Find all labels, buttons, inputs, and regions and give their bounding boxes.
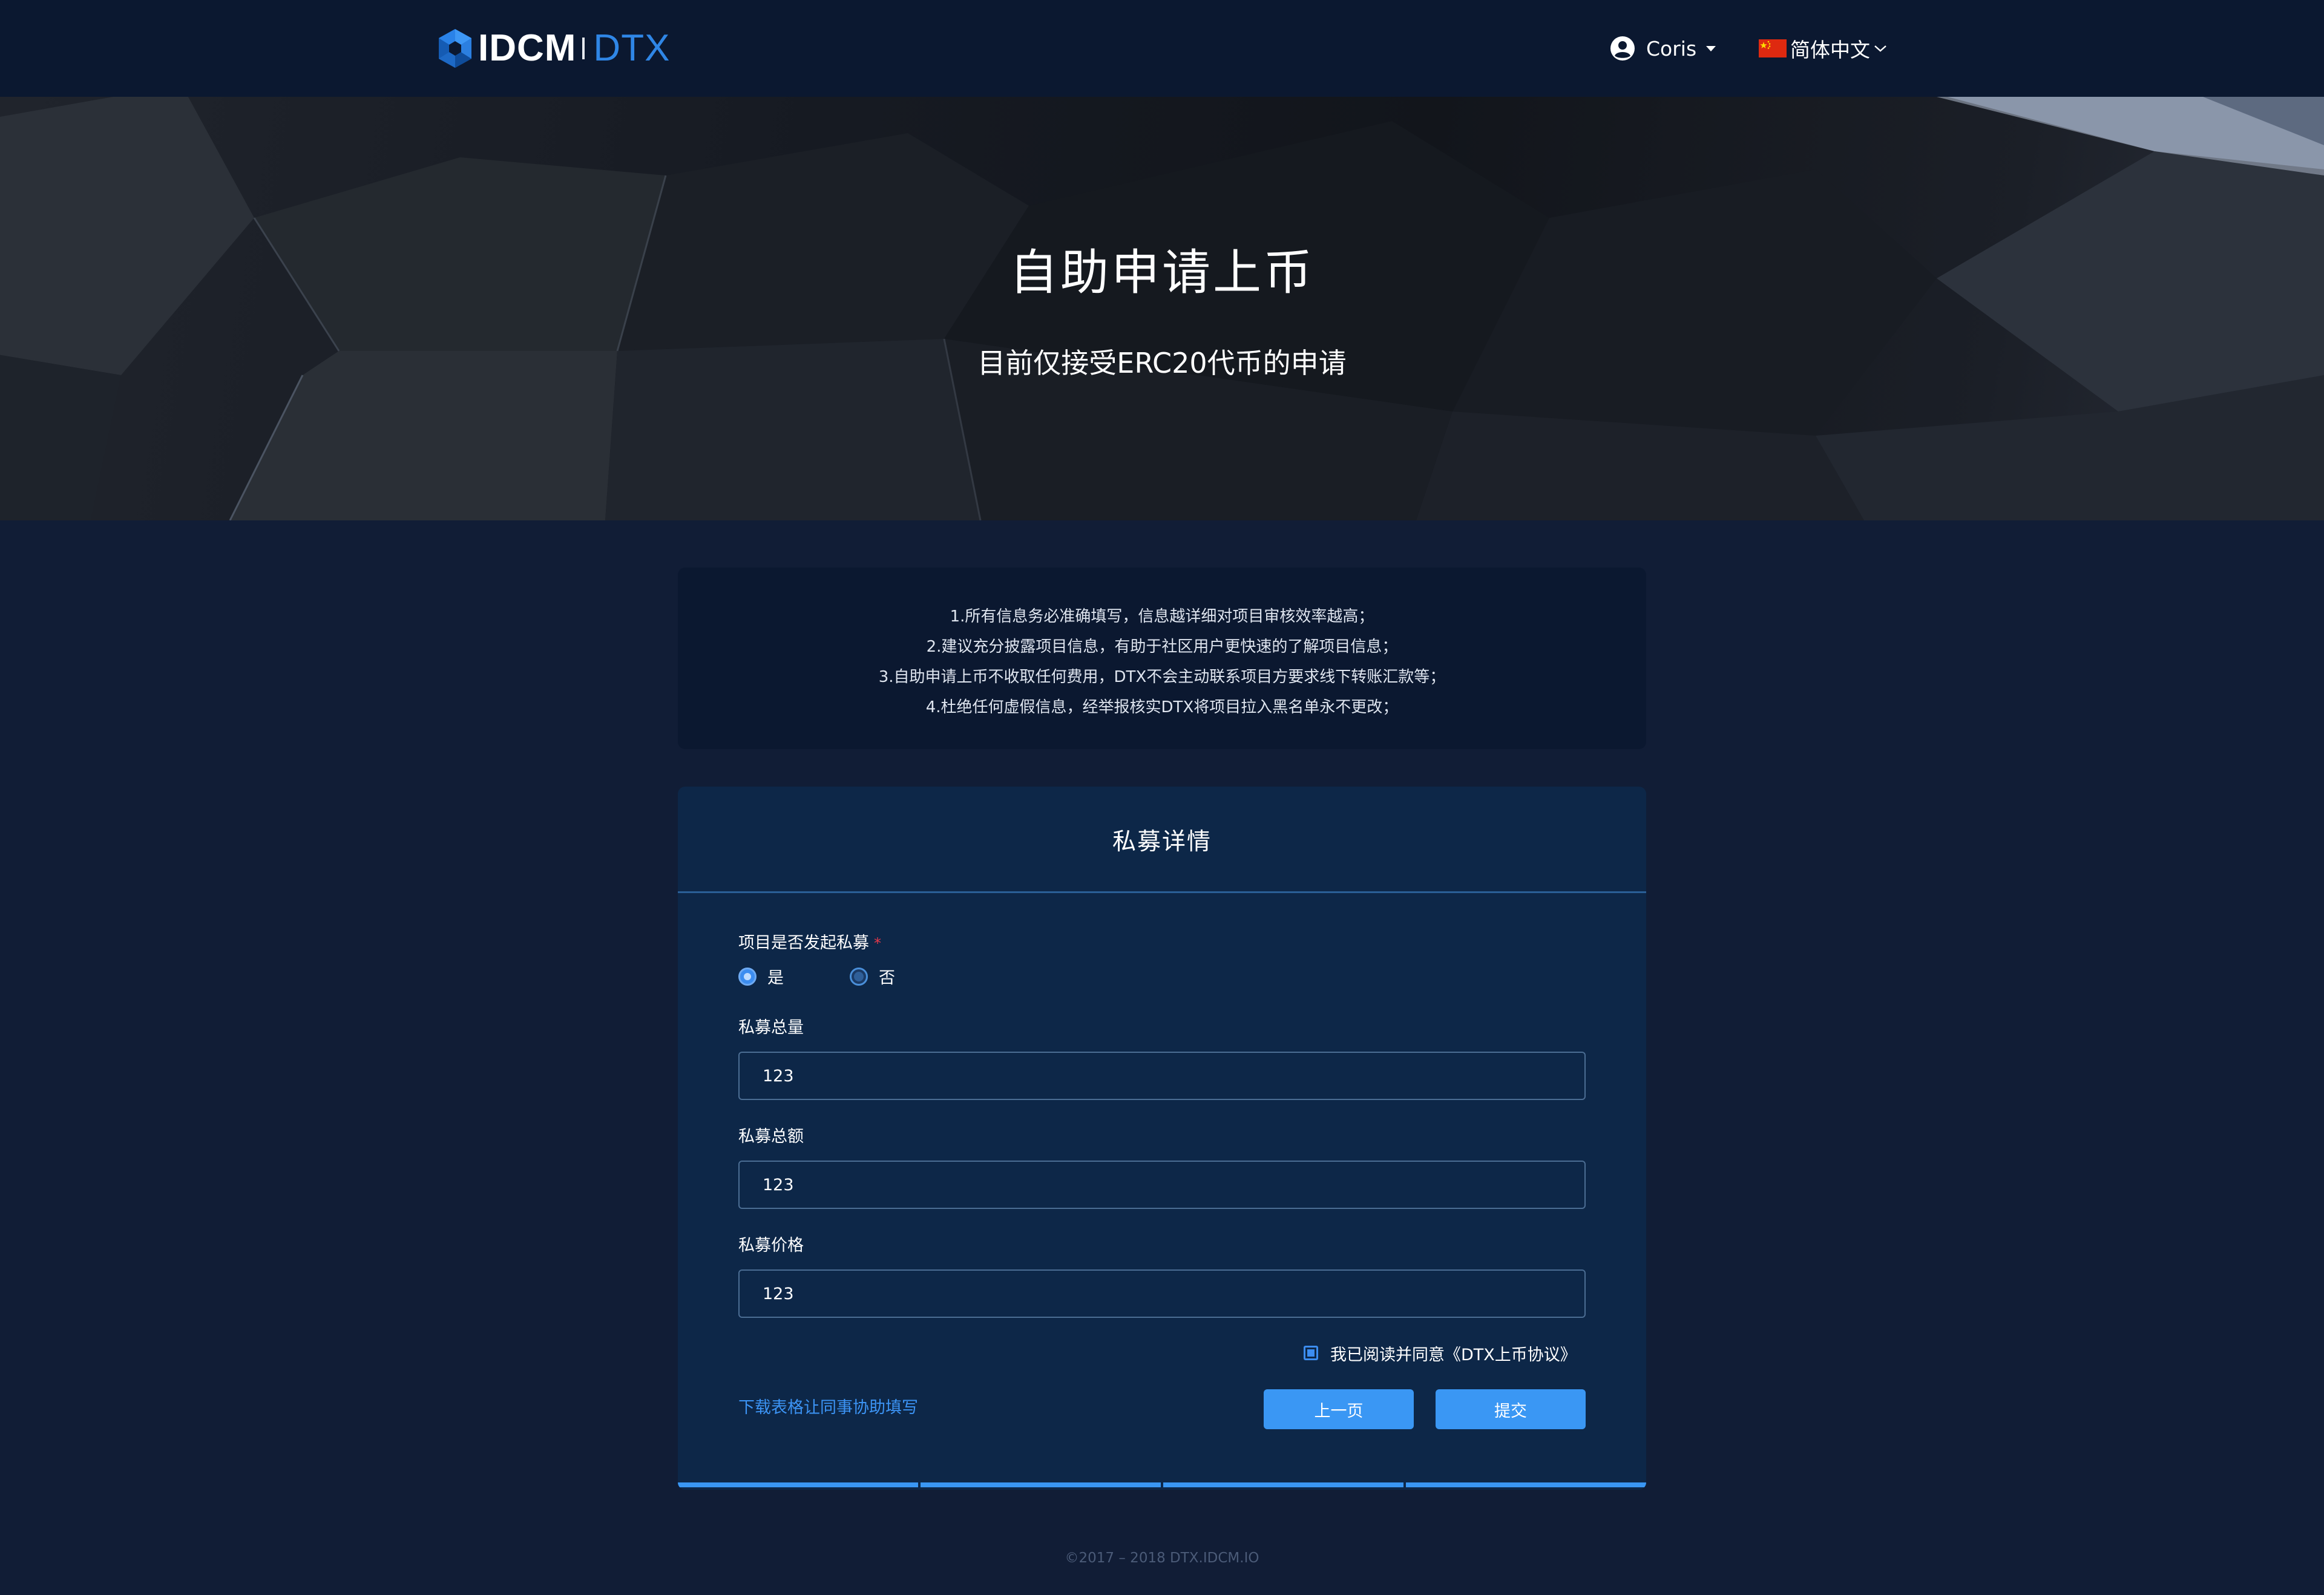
notice-line: 4.杜绝任何虚假信息，经举报核实DTX将项目拉入黑名单永不更改； [925,698,1399,716]
submit-button[interactable]: 提交 [1436,1389,1586,1429]
price-input[interactable] [738,1269,1586,1318]
agreement-checkbox[interactable] [1304,1346,1318,1360]
user-avatar-icon [1610,36,1635,61]
step-segment [921,1482,1161,1487]
radio-no[interactable]: 否 [850,965,895,988]
step-segment [678,1482,918,1487]
caret-down-icon [1706,45,1716,51]
download-form-link[interactable]: 下载表格让同事协助填写 [738,1394,918,1418]
total-supply-input[interactable] [738,1052,1586,1100]
agreement-label: 我已阅读并同意《DTX上币协议》 [1330,1345,1577,1364]
logo-product-text: DTX [593,27,671,69]
notice-box: 1.所有信息务必准确填写，信息越详细对项目审核效率越高； 2.建议充分披露项目信… [678,568,1646,749]
user-name: Coris [1646,36,1697,61]
language-selector[interactable]: 简体中文 [1759,33,1887,64]
card-header: 私募详情 [678,787,1646,893]
total-amount-input[interactable] [738,1161,1586,1209]
agreement-checkbox-row[interactable]: 我已阅读并同意《DTX上币协议》 [1304,1342,1577,1364]
notice-line: 3.自助申请上币不收取任何费用，DTX不会主动联系项目方要求线下转账汇款等； [878,668,1446,686]
radio-no-label: 否 [879,969,895,987]
radio-yes-indicator[interactable] [738,967,757,986]
radio-no-indicator[interactable] [850,967,868,986]
step-segment [1406,1482,1646,1487]
copyright-text: ©2017 – 2018 DTX.IDCM.IO [1065,1550,1259,1566]
top-navbar: IDCM DTX Coris 简体中文 [0,0,2324,97]
hero-title: 自助申请上币 [1009,244,1315,301]
step-progress-bar [678,1482,1646,1490]
step-segment [1163,1482,1403,1487]
hero-subtitle: 目前仅接受ERC20代币的申请 [977,347,1347,379]
private-sale-question-label: 项目是否发起私募 * [738,929,881,953]
previous-page-button[interactable]: 上一页 [1264,1389,1414,1429]
total-supply-label: 私募总量 [738,1018,804,1037]
china-flag-icon [1759,39,1787,57]
card-title: 私募详情 [1112,828,1212,856]
total-amount-label: 私募总额 [738,1127,804,1146]
hero-banner: 自助申请上币 目前仅接受ERC20代币的申请 [0,97,2324,520]
private-sale-form-card: 私募详情 项目是否发起私募 * 是 否 私募总量 私募总额 私募价格 我已阅读并同… [678,787,1646,1490]
price-label: 私募价格 [738,1236,804,1255]
radio-yes[interactable]: 是 [738,965,784,988]
private-sale-question-text: 项目是否发起私募 [738,934,869,952]
idcm-dtx-logo[interactable]: IDCM DTX [437,27,670,70]
notice-line: 1.所有信息务必准确填写，信息越详细对项目审核效率越高； [950,608,1374,626]
required-mark: * [874,935,881,952]
radio-yes-label: 是 [767,969,784,987]
logo-brand-text: IDCM [478,27,577,69]
idcm-logo-icon [439,29,471,68]
hexagon-background-image [0,97,2324,520]
chevron-down-icon [1874,45,1886,52]
language-label: 简体中文 [1790,38,1870,62]
notice-line: 2.建议充分披露项目信息，有助于社区用户更快速的了解项目信息； [926,638,1398,656]
user-menu[interactable]: Coris [1610,33,1716,64]
logo-divider [582,38,585,59]
